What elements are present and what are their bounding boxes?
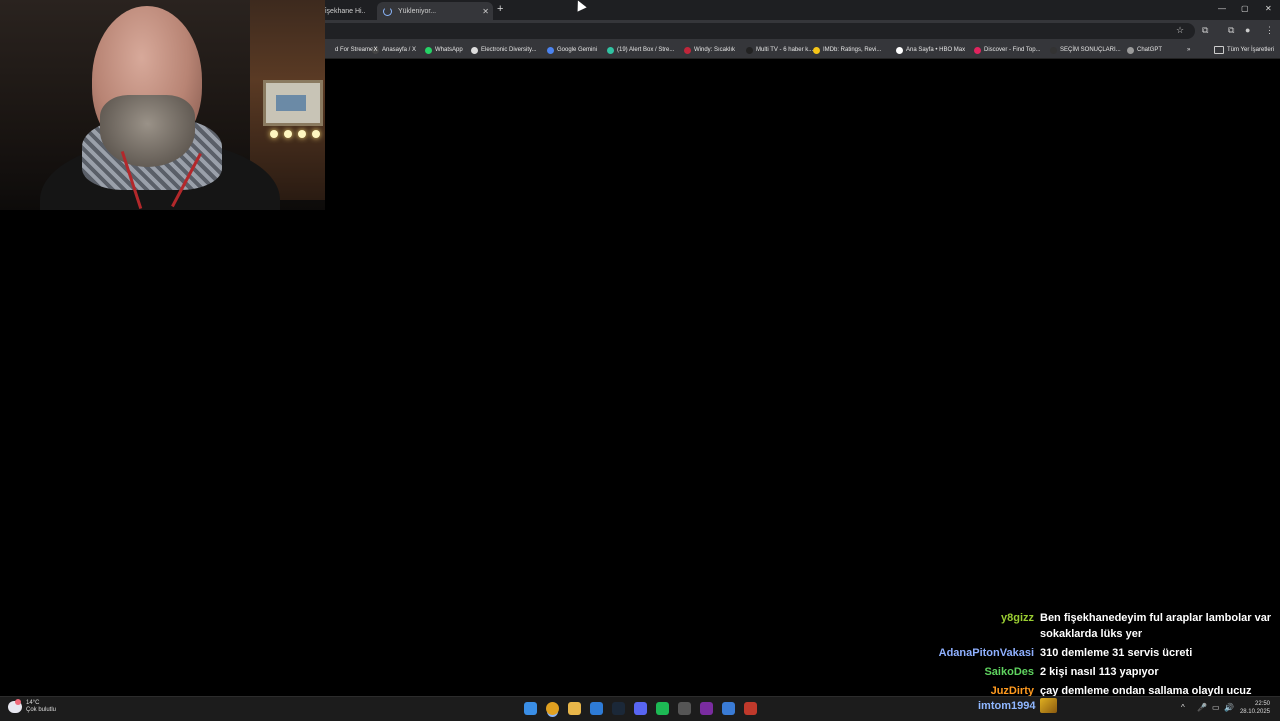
bookmark-favicon-icon <box>746 46 753 54</box>
bookmark-favicon-icon <box>813 46 820 54</box>
maximize-button[interactable]: ▢ <box>1241 4 1249 13</box>
spotify-icon[interactable] <box>656 702 669 715</box>
bookmark-item[interactable]: Multi TV - 6 haber k... <box>746 45 813 55</box>
picture-frame <box>263 80 323 126</box>
network-icon[interactable]: ▭ <box>1212 703 1220 712</box>
chat-message: y8gizz Ben fişekhanedeyim ful araplar lam… <box>934 610 1274 642</box>
media-icon[interactable]: ⧉ <box>1228 25 1234 36</box>
bookmark-favicon-icon: X <box>372 46 379 54</box>
weather-temp: 14°C <box>26 700 40 706</box>
user-badge-icon <box>1040 698 1057 713</box>
all-bookmarks-label: Tüm Yer İşaretleri <box>1227 47 1275 53</box>
chat-message: SaikoDes 2 kişi nasıl 113 yapıyor <box>934 664 1274 680</box>
bookmark-label: Google Gemini <box>557 47 598 53</box>
browser-toolbar: ☆ ⧉ ⧉ ● ⋮ <box>325 20 1280 42</box>
bookmark-label: Multi TV - 6 haber k... <box>756 47 814 53</box>
discord-icon[interactable] <box>634 702 647 715</box>
bookmark-item[interactable]: Windy: Sıcaklık <box>684 45 735 55</box>
bookmark-item[interactable]: IMDb: Ratings, Revi... <box>813 45 881 55</box>
bookmark-label: Anasayfa / X <box>382 47 417 53</box>
more-bookmarks-button[interactable]: » <box>1187 45 1190 55</box>
system-clock[interactable]: 22:50 28.10.2025 <box>1240 700 1270 716</box>
clock-time: 22:50 <box>1254 701 1270 707</box>
profile-icon[interactable]: ● <box>1245 25 1250 35</box>
bookmark-favicon-icon <box>471 46 478 54</box>
chat-message: AdanaPitonVakasi 310 demleme 31 servis üc… <box>934 645 1274 661</box>
browser-tab-bar: i̇şekhane Hi.. ✕ Yükleniyor... ✕ + — ▢ ✕ <box>325 0 1280 20</box>
bookmark-label: IMDb: Ratings, Revi... <box>823 47 882 53</box>
volume-icon[interactable]: 🔊 <box>1224 703 1234 712</box>
chat-username: AdanaPitonVakasi <box>938 647 1034 659</box>
chat-text: 2 kişi nasıl 113 yapıyor <box>1040 666 1159 678</box>
bookmark-label: Windy: Sıcaklık <box>694 47 736 53</box>
bookmark-item[interactable]: X Anasayfa / X <box>372 45 416 55</box>
tab-loading[interactable]: Yükleniyor... ✕ <box>377 2 493 20</box>
all-bookmarks-button[interactable]: Tüm Yer İşaretleri <box>1214 45 1274 55</box>
bookmark-label: Electronic Diversity... <box>481 47 537 53</box>
chat-username: imtom1994 <box>978 700 1036 712</box>
tab-title: i̇şekhane Hi.. <box>325 7 366 15</box>
tray-chevron-icon[interactable]: ^ <box>1181 703 1185 712</box>
windows-taskbar: 14°C Çok bulutlu imtom1994 ^ 🎤 ▭ 🔊 22:50… <box>0 696 1280 721</box>
bookmark-favicon-icon <box>547 46 554 54</box>
address-bar[interactable] <box>325 23 1195 39</box>
bookmark-item[interactable]: Ana Sayfa • HBO Max <box>896 45 965 55</box>
chat-username: y8gizz <box>1000 612 1034 624</box>
weather-desc: Çok bulutlu <box>26 707 57 713</box>
app-blue-icon[interactable] <box>590 702 603 715</box>
bookmark-favicon-icon <box>1127 46 1134 54</box>
chat-text: Ben fişekhanedeyim ful araplar lambolar … <box>1040 612 1272 640</box>
extensions-icon[interactable]: ⧉ <box>1202 25 1208 36</box>
app-grid-icon[interactable] <box>678 702 691 715</box>
menu-icon[interactable]: ⋮ <box>1265 25 1274 36</box>
file-explorer-icon[interactable] <box>568 702 581 715</box>
microphone-icon[interactable]: 🎤 <box>1197 703 1207 712</box>
tab-close-icon[interactable]: ✕ <box>482 7 489 16</box>
bookmark-item[interactable]: Electronic Diversity... <box>471 45 537 55</box>
streamer-beard <box>100 95 195 167</box>
bookmark-favicon-icon <box>896 46 903 54</box>
bookmark-label: WhatsApp <box>435 47 463 53</box>
bookmark-label: Ana Sayfa • HBO Max <box>906 47 966 53</box>
bookmark-item[interactable]: (19) Alert Box / Stre... <box>607 45 674 55</box>
close-window-button[interactable]: ✕ <box>1265 4 1272 13</box>
bookmarks-bar: » Tüm Yer İşaretleri d For Streamers X Ana… <box>325 42 1280 59</box>
bookmark-favicon-icon <box>325 47 332 54</box>
tab-title: Yükleniyor... <box>398 7 437 15</box>
bookmark-label: Discover - Find Top... <box>984 47 1041 53</box>
folder-icon <box>1214 46 1224 54</box>
bookmark-label: (19) Alert Box / Stre... <box>617 47 675 53</box>
bookmark-favicon-icon <box>974 46 981 54</box>
webcam-overlay <box>0 0 325 210</box>
bookmark-item[interactable]: Google Gemini <box>547 45 597 55</box>
bookmark-item[interactable]: SEÇİM SONUÇLARI... <box>1050 45 1121 55</box>
bookmark-favicon-icon <box>607 46 614 54</box>
bookmark-item[interactable]: d For Streamers <box>325 45 378 55</box>
weather-widget[interactable]: 14°C Çok bulutlu <box>8 699 57 714</box>
cloud-icon <box>8 699 22 713</box>
minimize-button[interactable]: — <box>1218 4 1226 13</box>
loading-spinner-icon <box>383 6 392 16</box>
tab-fisekhane[interactable]: i̇şekhane Hi.. ✕ <box>325 2 389 20</box>
clock-date: 28.10.2025 <box>1239 709 1270 715</box>
bookmark-label: ChatGPT <box>1137 47 1163 53</box>
steam-icon[interactable] <box>612 702 625 715</box>
bookmark-star-icon[interactable]: ☆ <box>1176 25 1184 36</box>
bookmark-item[interactable]: WhatsApp <box>425 45 463 55</box>
string-lights <box>270 130 320 138</box>
chat-text: 310 demleme 31 servis ücreti <box>1040 647 1193 659</box>
start-icon[interactable] <box>524 702 537 715</box>
bookmark-favicon-icon <box>425 46 432 54</box>
bookmark-favicon-icon <box>1050 46 1057 54</box>
bookmark-item[interactable]: ChatGPT <box>1127 45 1162 55</box>
app-next-icon[interactable] <box>700 702 713 715</box>
app-red-icon[interactable] <box>744 702 757 715</box>
app-blue-2-icon[interactable] <box>722 702 735 715</box>
bookmark-label: SEÇİM SONUÇLARI... <box>1060 47 1121 53</box>
chrome-icon[interactable] <box>546 702 559 715</box>
bookmark-favicon-icon <box>684 46 691 54</box>
bookmark-item[interactable]: Discover - Find Top... <box>974 45 1041 55</box>
chat-username: SaikoDes <box>984 666 1034 678</box>
new-tab-button[interactable]: + <box>497 3 503 15</box>
